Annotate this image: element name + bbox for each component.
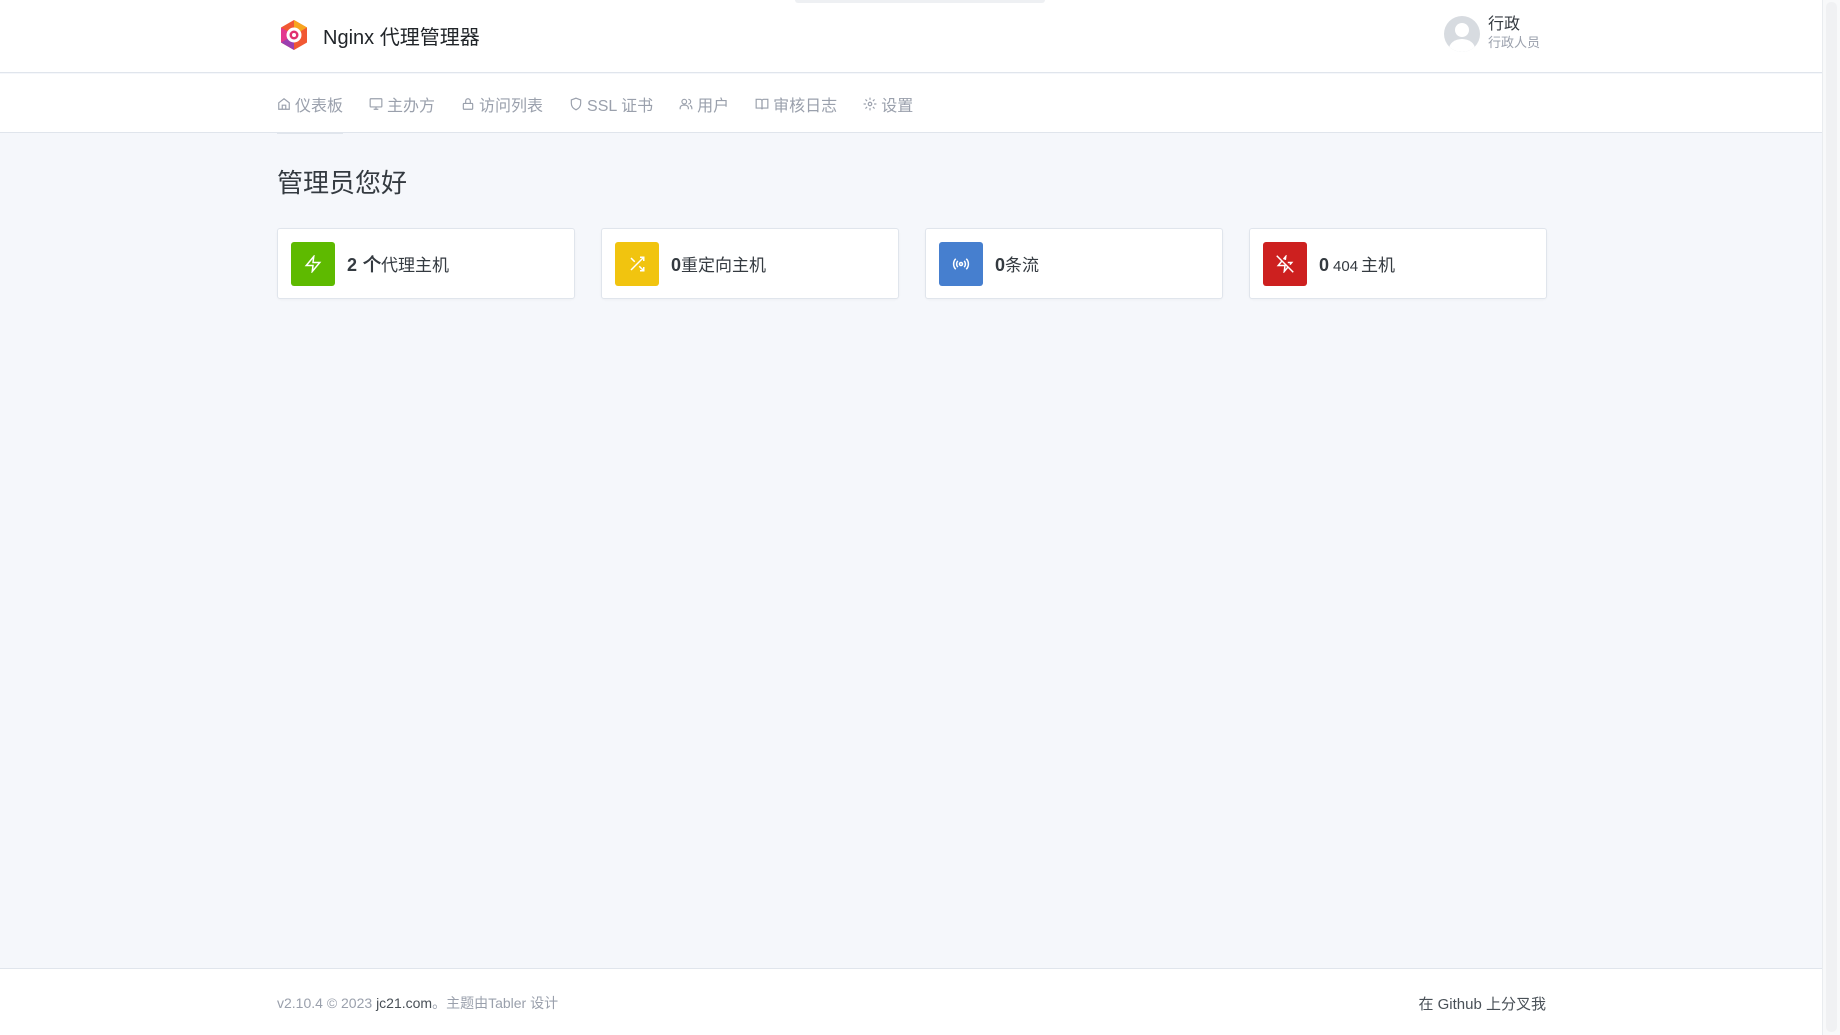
card-label: 主机 [1361, 256, 1396, 275]
card-proxy-hosts[interactable]: 2 个 代理主机 [277, 228, 575, 299]
book-open-icon [755, 98, 769, 109]
nav-item-ssl-certificates[interactable]: SSL 证书 [569, 74, 653, 133]
card-badge [615, 241, 659, 286]
brand[interactable]: Nginx 代理管理器 [277, 18, 480, 52]
card-redirection-hosts[interactable]: 0 重定向主机 [601, 228, 899, 299]
app-title: Nginx 代理管理器 [323, 26, 480, 49]
nav-item-hosts[interactable]: 主办方 [369, 74, 435, 133]
card-unit: 404 [1333, 258, 1359, 275]
card-value: 0 [995, 255, 1006, 275]
header-decoration [795, 0, 1045, 3]
main-nav: 仪表板 主办方 访问列表 SSL 证书 用户 审核日志 设置 [0, 74, 1822, 134]
stats-cards: 2 个 代理主机 0 重定向主机 0 条流 0 404 主机 [277, 228, 1547, 299]
card-badge [1263, 241, 1307, 286]
nav-label: 审核日志 [773, 97, 838, 115]
card-value: 2 [347, 254, 358, 275]
top-header: Nginx 代理管理器 行政 行政人员 [0, 0, 1822, 73]
card-label: 重定向主机 [681, 256, 767, 275]
nav-item-users[interactable]: 用户 [679, 74, 729, 133]
zap-icon [304, 254, 322, 273]
user-name: 行政 [1488, 16, 1521, 33]
nav-label: 主办方 [387, 97, 436, 115]
scrollbar-thumb[interactable] [1826, 2, 1837, 1032]
card-404-hosts[interactable]: 0 404 主机 [1249, 228, 1547, 299]
page-scrollbar[interactable] [1822, 0, 1840, 1035]
nav-label: 访问列表 [479, 97, 544, 115]
shuffle-icon [630, 256, 645, 271]
card-streams[interactable]: 0 条流 [925, 228, 1223, 299]
radio-icon [952, 257, 970, 270]
lock-icon [462, 97, 474, 110]
theme-credit: 。主题由Tabler 设计 [432, 995, 559, 1011]
footer: v2.10.4 © 2023 jc21.com。主题由Tabler 设计 在 G… [0, 968, 1822, 1035]
monitor-icon [369, 97, 383, 110]
nav-label: 设置 [881, 97, 914, 115]
nav-label: 用户 [697, 97, 730, 115]
nav-label: 仪表板 [295, 97, 344, 115]
card-value: 0 [1319, 255, 1330, 275]
card-badge [291, 241, 335, 286]
card-value: 0 [671, 255, 682, 275]
card-label: 条流 [1005, 256, 1040, 275]
nav-item-dashboard[interactable]: 仪表板 [277, 74, 344, 134]
version-text: v2.10.4 © 2023 [277, 995, 373, 1011]
card-badge [939, 241, 983, 286]
shield-icon [570, 97, 582, 110]
card-label: 代理主机 [381, 255, 450, 275]
page-title: 管理员您好 [277, 168, 408, 198]
app-logo-icon [281, 20, 307, 50]
github-link[interactable]: 在 Github 上分叉我 [1418, 993, 1546, 1014]
zap-off-icon [1276, 254, 1294, 273]
nav-item-access-lists[interactable]: 访问列表 [461, 74, 543, 133]
user-role: 行政人员 [1488, 35, 1541, 50]
card-unit: 个 [363, 254, 382, 275]
users-icon [679, 98, 693, 109]
jc21-link[interactable]: jc21.com [376, 995, 432, 1011]
home-icon [278, 97, 290, 110]
settings-icon [863, 97, 877, 110]
footer-credits: v2.10.4 © 2023 jc21.com。主题由Tabler 设计 [277, 993, 558, 1013]
nav-item-audit-log[interactable]: 审核日志 [755, 74, 837, 133]
avatar [1444, 16, 1480, 52]
nav-item-settings[interactable]: 设置 [863, 74, 913, 133]
nav-label: SSL 证书 [587, 97, 654, 115]
user-menu[interactable]: 行政 行政人员 [1444, 16, 1540, 52]
